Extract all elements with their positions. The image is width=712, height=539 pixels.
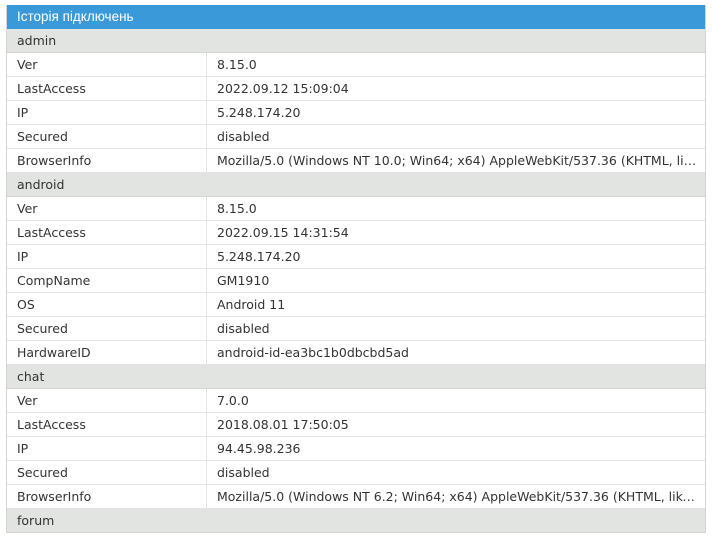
table-row: OS Android 11 xyxy=(7,293,705,317)
property-value: GM1910 xyxy=(217,273,270,288)
property-value: 5.248.174.20 xyxy=(217,105,301,120)
table-row: IP 94.45.98.236 xyxy=(7,437,705,461)
property-name: LastAccess xyxy=(7,413,207,436)
property-value: 8.15.0 xyxy=(217,201,257,216)
table-row: IP 5.248.174.20 xyxy=(7,101,705,125)
property-name: Secured xyxy=(7,317,207,340)
property-value: disabled xyxy=(217,129,270,144)
property-name: IP xyxy=(7,437,207,460)
property-value: 8.15.0 xyxy=(217,57,257,72)
connection-history-panel: Історія підключень admin Ver 8.15.0 LastAcc… xyxy=(6,5,706,533)
property-name: BrowserInfo xyxy=(7,149,207,172)
table-row: LastAccess 2022.09.15 14:31:54 xyxy=(7,221,705,245)
table-row: Ver 8.15.0 xyxy=(7,53,705,77)
table-row: BrowserInfo Mozilla/5.0 (Windows NT 6.2; … xyxy=(7,485,705,509)
connection-history-table: admin Ver 8.15.0 LastAccess 2022.09.12 15:09… xyxy=(7,29,705,533)
table-row: LastAccess 2018.08.01 17:50:05 xyxy=(7,413,705,437)
table-row: BrowserInfo Mozilla/5.0 (Windows NT 10.0;… xyxy=(7,149,705,173)
property-name: LastAccess xyxy=(7,221,207,244)
property-name: Ver xyxy=(7,389,207,412)
table-row: CompName GM1910 xyxy=(7,269,705,293)
property-name: BrowserInfo xyxy=(7,485,207,508)
property-name: Secured xyxy=(7,461,207,484)
property-value: android-id-ea3bc1b0dbcbd5ad xyxy=(217,345,409,360)
group-header-1[interactable]: android xyxy=(7,173,705,197)
property-value: 7.0.0 xyxy=(217,393,249,408)
property-name: Ver xyxy=(7,197,207,220)
property-value: 5.248.174.20 xyxy=(217,249,301,264)
property-name: CompName xyxy=(7,269,207,292)
panel-title: Історія підключень xyxy=(7,5,705,29)
property-value: 2022.09.12 15:09:04 xyxy=(217,81,349,96)
property-name: Secured xyxy=(7,125,207,148)
property-value: disabled xyxy=(217,321,270,336)
group-header-3[interactable]: forum xyxy=(7,509,705,533)
property-name: IP xyxy=(7,245,207,268)
table-row: Secured disabled xyxy=(7,461,705,485)
group-header-2[interactable]: chat xyxy=(7,365,705,389)
property-name: IP xyxy=(7,101,207,124)
property-name: LastAccess xyxy=(7,77,207,100)
property-name: OS xyxy=(7,293,207,316)
property-name: HardwareID xyxy=(7,341,207,364)
table-row: Ver 8.15.0 xyxy=(7,197,705,221)
group-header-0[interactable]: admin xyxy=(7,29,705,53)
property-value: disabled xyxy=(217,465,270,480)
property-value: Mozilla/5.0 (Windows NT 10.0; Win64; x64… xyxy=(217,153,705,168)
property-value: Android 11 xyxy=(217,297,286,312)
table-row: Ver 7.0.0 xyxy=(7,389,705,413)
table-row: Secured disabled xyxy=(7,317,705,341)
table-row: IP 5.248.174.20 xyxy=(7,245,705,269)
table-row: HardwareID android-id-ea3bc1b0dbcbd5ad xyxy=(7,341,705,365)
property-value: 94.45.98.236 xyxy=(217,441,301,456)
table-row: LastAccess 2022.09.12 15:09:04 xyxy=(7,77,705,101)
property-value: 2022.09.15 14:31:54 xyxy=(217,225,349,240)
property-name: Ver xyxy=(7,53,207,76)
property-value: Mozilla/5.0 (Windows NT 6.2; Win64; x64)… xyxy=(217,489,705,504)
property-value: 2018.08.01 17:50:05 xyxy=(217,417,349,432)
table-row: Secured disabled xyxy=(7,125,705,149)
